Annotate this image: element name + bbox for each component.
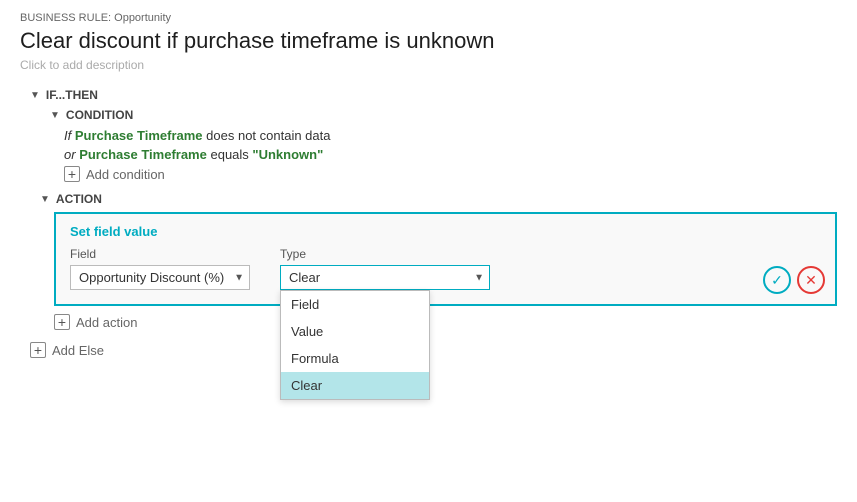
confirm-button[interactable]: ✓ bbox=[763, 266, 791, 294]
condition-field-2: Purchase Timeframe bbox=[79, 147, 207, 162]
if-then-section: ▼ IF...THEN ▼ CONDITION If Purchase Time… bbox=[30, 88, 837, 330]
page-container: BUSINESS RULE: Opportunity Clear discoun… bbox=[0, 0, 857, 502]
type-dropdown-menu: Field Value Formula Clear bbox=[280, 290, 430, 400]
breadcrumb: BUSINESS RULE: Opportunity bbox=[20, 12, 837, 24]
action-section: ▼ ACTION Set field value Field Opportuni… bbox=[40, 192, 837, 330]
dropdown-item-formula[interactable]: Formula bbox=[281, 345, 429, 372]
condition-text-1: does not contain data bbox=[206, 128, 330, 143]
add-else-label: Add Else bbox=[52, 343, 104, 358]
field-row: Field Opportunity Discount (%) ▼ Type bbox=[70, 247, 821, 290]
condition-block: ▼ CONDITION If Purchase Timeframe does n… bbox=[50, 108, 837, 182]
condition-label: CONDITION bbox=[66, 108, 133, 122]
dropdown-item-clear[interactable]: Clear bbox=[281, 372, 429, 399]
add-action-label: Add action bbox=[76, 315, 137, 330]
condition-value-2: "Unknown" bbox=[252, 147, 323, 162]
type-input-wrapper: ▼ Field Value Formula Clear bbox=[280, 265, 490, 290]
condition-collapse-arrow[interactable]: ▼ bbox=[50, 110, 60, 121]
add-else[interactable]: + Add Else bbox=[30, 342, 837, 358]
dropdown-item-field[interactable]: Field bbox=[281, 291, 429, 318]
condition-or-keyword: or bbox=[64, 147, 76, 162]
type-column: Type ▼ Field Value Formula Clear bbox=[280, 247, 490, 290]
if-then-collapse-arrow[interactable]: ▼ bbox=[30, 90, 40, 101]
dropdown-item-value[interactable]: Value bbox=[281, 318, 429, 345]
add-action[interactable]: + Add action bbox=[54, 314, 837, 330]
action-buttons: ✓ ✕ bbox=[763, 266, 825, 294]
condition-header: ▼ CONDITION bbox=[50, 108, 837, 122]
condition-if-keyword: If bbox=[64, 128, 71, 143]
action-label: ACTION bbox=[56, 192, 102, 206]
action-card-title: Set field value bbox=[70, 224, 821, 239]
field-select[interactable]: Opportunity Discount (%) bbox=[70, 265, 250, 290]
add-action-icon: + bbox=[54, 314, 70, 330]
condition-line-2: or Purchase Timeframe equals "Unknown" bbox=[64, 147, 837, 162]
confirm-icon: ✓ bbox=[771, 272, 783, 289]
if-then-header: ▼ IF...THEN bbox=[30, 88, 837, 102]
cancel-button[interactable]: ✕ bbox=[797, 266, 825, 294]
action-card: Set field value Field Opportunity Discou… bbox=[54, 212, 837, 306]
add-else-icon: + bbox=[30, 342, 46, 358]
type-input[interactable] bbox=[280, 265, 490, 290]
page-description[interactable]: Click to add description bbox=[20, 58, 837, 72]
add-condition-label: Add condition bbox=[86, 167, 165, 182]
cancel-icon: ✕ bbox=[805, 272, 817, 289]
type-label: Type bbox=[280, 247, 490, 261]
action-header: ▼ ACTION bbox=[40, 192, 837, 206]
if-then-label: IF...THEN bbox=[46, 88, 98, 102]
add-condition-icon: + bbox=[64, 166, 80, 182]
page-title: Clear discount if purchase timeframe is … bbox=[20, 28, 837, 54]
field-select-wrapper: Opportunity Discount (%) ▼ bbox=[70, 265, 250, 290]
field-label: Field bbox=[70, 247, 250, 261]
condition-line-1: If Purchase Timeframe does not contain d… bbox=[64, 128, 837, 143]
condition-text-2: equals bbox=[210, 147, 248, 162]
action-collapse-arrow[interactable]: ▼ bbox=[40, 194, 50, 205]
field-column: Field Opportunity Discount (%) ▼ bbox=[70, 247, 250, 290]
add-condition[interactable]: + Add condition bbox=[64, 166, 837, 182]
condition-field-1: Purchase Timeframe bbox=[75, 128, 203, 143]
